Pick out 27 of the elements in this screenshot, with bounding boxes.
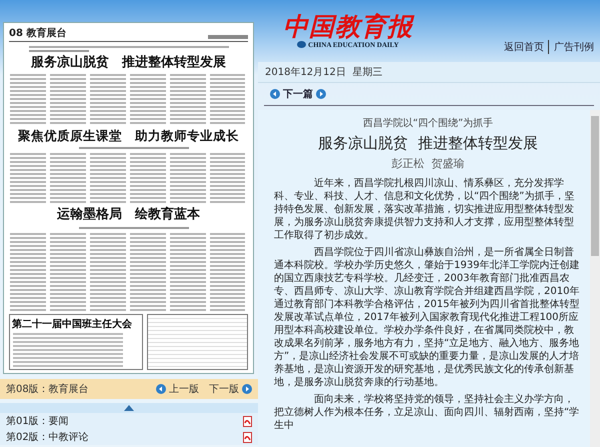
page-list-item[interactable]: 第02版：中教评论 <box>0 429 258 445</box>
next-page-link[interactable]: 下一版 <box>209 382 252 396</box>
date-text: 2018年12月12日 星期三 <box>265 66 382 79</box>
ad-rates-link[interactable]: 广告刊例 <box>548 40 594 54</box>
home-link[interactable]: 返回首页 <box>504 40 544 54</box>
pdf-icon <box>243 432 252 442</box>
collapse-bar[interactable] <box>0 403 258 413</box>
article-paragraph: 近年来，西昌学院扎根四川凉山、情系彝区，充分发挥学科、专业、科技、人才、信息和文化优势，以“四个围绕”为抓手，坚持特色发展、创新发展，落实改革措施，切实推进应用型整体转型发展，为服务凉山脱贫奔康提供智力支持和人才支撑，应用型整体转型工作取得了初步成效。 <box>274 177 576 242</box>
headline: 运翰墨格局 绘教育蓝本 <box>56 208 201 224</box>
notice-title: 第二十一届中国班主任大会 <box>12 317 133 332</box>
scrollbar-thumb[interactable] <box>591 116 599 256</box>
article-kicker: 西昌学院以“四个围绕”为抓手 <box>362 116 494 130</box>
prev-page-link[interactable]: 上一版 <box>156 382 199 396</box>
article-authors: 彭正松 贺盛瑜 <box>390 156 466 171</box>
next-article-link[interactable]: 下一篇 <box>270 87 326 101</box>
up-triangle-icon <box>124 405 134 411</box>
scrollbar[interactable] <box>590 110 600 447</box>
pdf-icon <box>243 416 252 426</box>
headline: 服务凉山脱贫 推进整体转型发展 <box>30 56 227 71</box>
article-paragraph: 面向未来，学校将坚持党的领导，坚持社会主义办学方向，把立德树人作为根本任务，立足凉山、面向四川、辐射西南，坚持“学生中 <box>274 393 580 432</box>
current-page: 第08版：教育展台 <box>6 382 89 396</box>
headline: 聚焦优质原生课堂 助力教师专业成长 <box>17 128 240 144</box>
masthead-mark <box>208 34 248 40</box>
page-list-item[interactable]: 第01版：要闻 <box>0 413 258 429</box>
page-label: 08 教育展台 <box>9 26 66 40</box>
article-paragraph: 西昌学院位于四川省凉山彝族自治州，是一所省属全日制普通本科院校。学校办学历史悠久，肇始于1939年北洋工学院内迁创建的国立西康技艺专科学校。几经变迁，2003年教育部门批准西昌农专、西昌师专、凉山大学、凉山教育学院合并组建西昌学院，2010年通过教育部门本科教学合格评估，2015年被列为四川省首批整体转型发展改革试点单位，2017年被列入国家教育现代化推进工程100所应用型本科高校建设单位。学校办学条件良好，在省属同类院校中，教改成果名列前茅，服务地方有力，坚持“立足地方、融入地方、服务地方”，是凉山经济社会发展不可或缺的重要力量，是凉山发展的人才培养基地，是凉山资源开发的研究基地，是优秀民族文化的传承创新基地，是服务凉山脱贫奔康的行动基地。 <box>274 246 580 389</box>
article-title: 服务凉山脱贫 推进整体转型发展 <box>317 134 539 153</box>
